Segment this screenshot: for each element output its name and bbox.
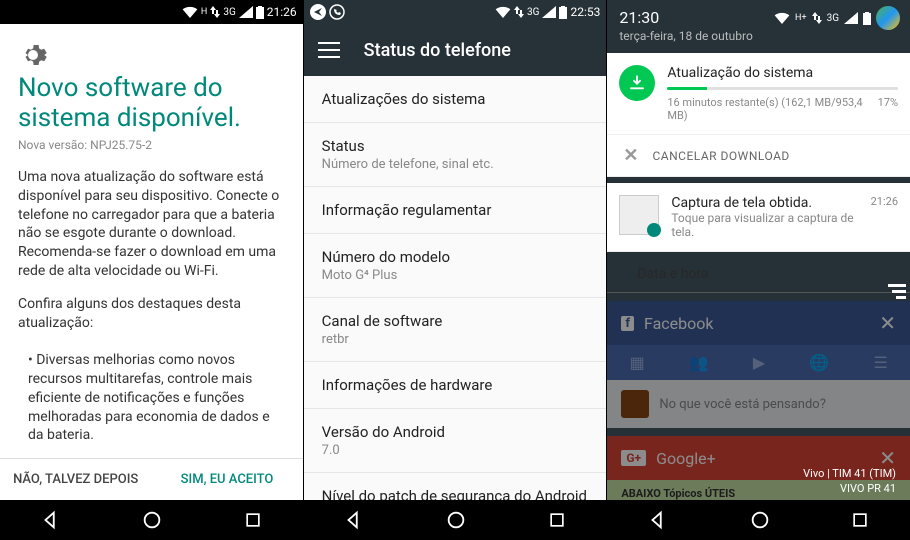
screenshot-subtitle: Toque para visualizar a captura de tela. [671,211,858,239]
item-hardware[interactable]: Informações de hardware [304,362,607,409]
battery-icon [256,6,264,19]
signal-updown-icon [210,6,220,18]
screen-phone-status: 3G 22:53 Status do telefone Atualizações… [303,0,607,540]
shade-date: terça-feira, 18 de outubro [619,29,898,43]
update-title: Novo software do sistema disponível. [18,74,285,134]
status-time: 21:26 [267,5,297,19]
item-system-updates[interactable]: Atualizações do sistema [304,76,607,123]
wifi-icon [495,6,511,18]
status-net: 3G [223,7,235,18]
download-icon [619,65,655,101]
shade-handle-icon[interactable] [888,281,906,302]
carrier-info: Vivo | TIM 41 (TIM) VIVO PR 41 [803,467,896,496]
facebook-composer: No que você está pensando? [607,380,910,428]
cancel-download-button[interactable]: ✕ CANCELAR DOWNLOAD [607,134,910,176]
nav-bar [607,500,910,540]
item-security-patch[interactable]: Nível do patch de segurança do Android 1… [304,473,607,500]
menu-icon: ☰ [874,353,888,372]
close-icon: ✕ [879,446,896,470]
screenshot-time: 21:26 [871,195,898,239]
download-title: Atualização do sistema [667,65,898,81]
signal-icon [239,6,253,18]
signal-updown-icon [514,6,524,18]
user-avatar-small [621,390,649,418]
close-icon: ✕ [879,311,896,335]
appbar-title: Status do telefone [364,40,511,61]
update-bullet-1: • Diversas melhorias como novos recursos… [18,351,285,445]
wifi-icon [774,12,790,24]
shade-header[interactable]: 21:30 terça-feira, 18 de outubro H+ 3G [607,0,910,53]
friends-icon: 👥 [689,353,709,372]
battery-icon [559,6,567,19]
feed-icon: ▦ [629,353,644,372]
screenshot-notification[interactable]: Captura de tela obtida. Toque para visua… [607,183,910,252]
background-content: Data e hora f Facebook ✕ ▦ 👥 ▶ 🌐 ☰ No qu… [607,252,910,500]
status-bar: H 3G 21:26 [0,0,303,24]
accept-button[interactable]: SIM, EU ACEITO [151,459,302,500]
update-version: Nova versão: NPJ25.75-2 [18,138,285,152]
update-highlights-intro: Confira alguns dos destaques desta atual… [18,295,285,333]
globe-icon: 🌐 [809,353,829,372]
update-description: Uma nova atualização do software está di… [18,168,285,281]
nav-back-icon[interactable] [647,509,669,531]
signal-updown-icon [812,12,822,24]
status-hplus: H+ [795,13,807,23]
status-time: 22:53 [570,5,600,19]
nav-bar [0,500,303,540]
wifi-icon [182,6,198,18]
item-model[interactable]: Número do modelo Moto G⁴ Plus [304,234,607,298]
settings-gear-icon [18,40,48,70]
app-bar: Status do telefone [304,24,607,76]
nav-home-icon[interactable] [445,509,467,531]
nav-home-icon[interactable] [141,509,163,531]
nav-back-icon[interactable] [343,509,365,531]
bg-datetime: Data e hora [607,256,910,293]
progress-bar [667,87,898,90]
status-net: 3G [827,13,839,24]
download-remaining: 16 minutos restante(s) (162,1 MB/953,4 M… [667,96,877,122]
screenshot-title: Captura de tela obtida. [671,195,858,211]
facebook-app-icon: f [621,316,634,331]
status-bar: 3G 22:53 [304,0,607,24]
nav-back-icon[interactable] [40,509,62,531]
send-circle-icon [310,4,326,20]
close-icon: ✕ [623,145,638,166]
status-h: H [201,7,207,17]
video-icon: ▶ [753,353,765,372]
whatsapp-icon [329,4,345,20]
nav-home-icon[interactable] [749,509,771,531]
action-bar: NÃO, TALVEZ DEPOIS SIM, EU ACEITO [0,458,303,500]
screenshot-thumbnail [619,195,659,235]
nav-recent-icon[interactable] [547,510,567,530]
screen-software-update: H 3G 21:26 Novo software do sistema disp… [0,0,303,540]
status-net: 3G [527,7,539,18]
facebook-tabs: ▦ 👥 ▶ 🌐 ☰ [607,345,910,380]
download-notification[interactable]: Atualização do sistema 16 minutos restan… [607,53,910,177]
nav-bar [304,500,607,540]
shade-status-icons: H+ 3G [774,6,900,30]
signal-icon [542,6,556,18]
screen-notification-shade: 21:30 terça-feira, 18 de outubro H+ 3G A… [606,0,910,540]
nav-recent-icon[interactable] [850,510,870,530]
facebook-card: f Facebook ✕ [607,301,910,345]
signal-icon [844,12,858,24]
menu-icon[interactable] [318,42,340,58]
googleplus-icon: G+ [621,450,646,466]
battery-icon [863,12,871,25]
download-percent: 17% [878,96,898,122]
item-status[interactable]: Status Número de telefone, sinal etc. [304,123,607,187]
nav-recent-icon[interactable] [243,510,263,530]
item-android-version[interactable]: Versão do Android 7.0 [304,409,607,473]
notification-area: Atualização do sistema 16 minutos restan… [607,53,910,500]
decline-button[interactable]: NÃO, TALVEZ DEPOIS [0,459,151,500]
user-avatar[interactable] [876,6,900,30]
status-list[interactable]: Atualizações do sistema Status Número de… [304,76,607,500]
item-regulatory[interactable]: Informação regulamentar [304,187,607,234]
update-content: Novo software do sistema disponível. Nov… [0,24,303,458]
item-channel[interactable]: Canal de software retbr [304,298,607,362]
